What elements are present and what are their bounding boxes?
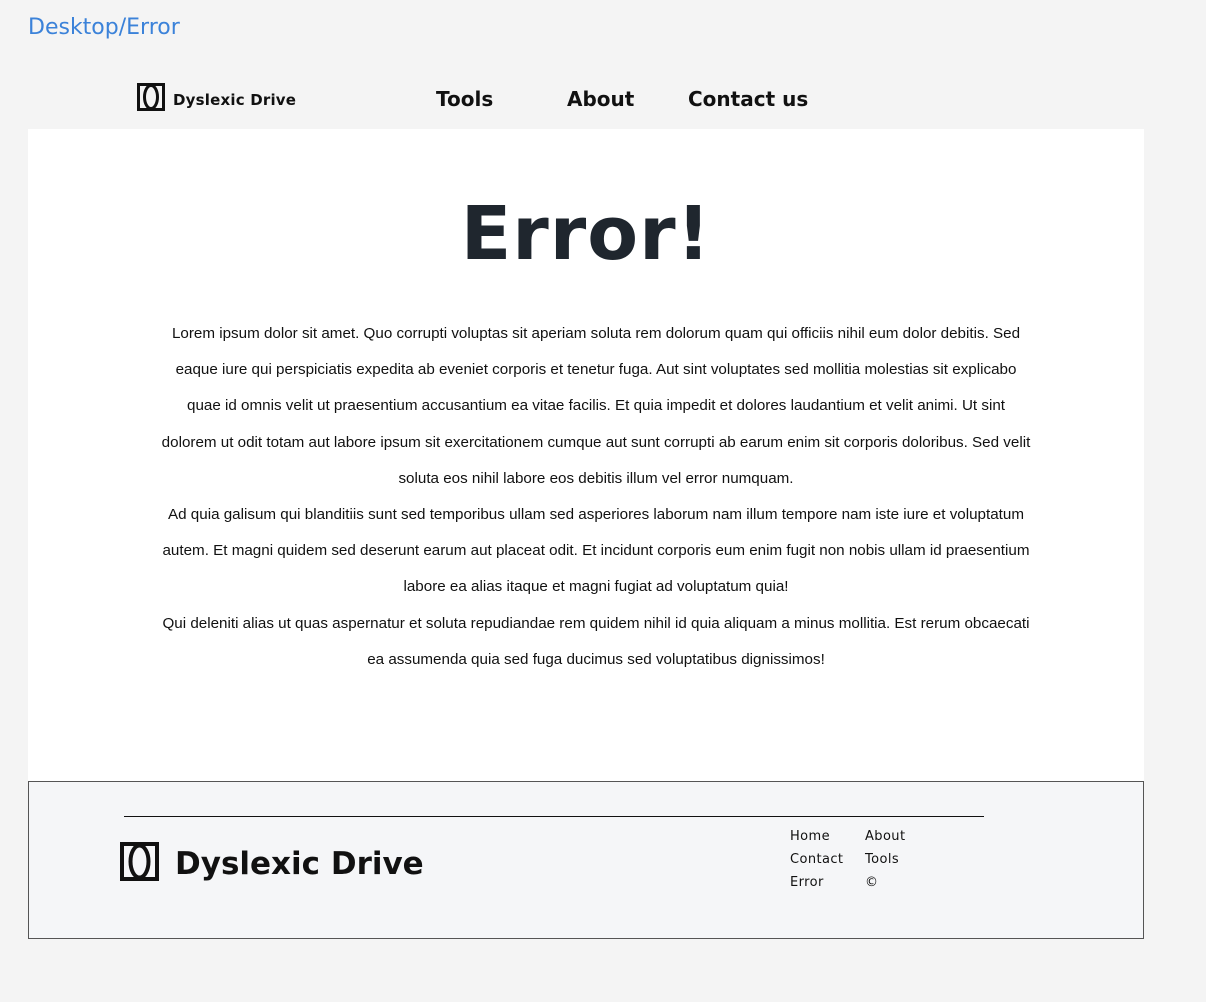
footer-tools-link[interactable]: Tools bbox=[865, 851, 925, 869]
paragraph-3: Qui deleniti alias ut quas aspernatur et… bbox=[162, 614, 1030, 668]
nav-contact-link[interactable]: Contact us bbox=[688, 87, 808, 111]
footer-home-link[interactable]: Home bbox=[790, 828, 865, 846]
error-description: Lorem ipsum dolor sit amet. Quo corrupti… bbox=[158, 316, 1034, 678]
brand-name: Dyslexic Drive bbox=[173, 90, 297, 109]
footer-logo[interactable]: Dyslexic Drive bbox=[120, 842, 424, 886]
frame-label: Desktop/Error bbox=[28, 15, 180, 40]
page-title: Error! bbox=[460, 191, 712, 277]
footer-divider bbox=[124, 816, 984, 817]
dyslexic-drive-logo-icon bbox=[137, 83, 165, 116]
footer-contact-link[interactable]: Contact bbox=[790, 851, 865, 869]
main-content: Error! Lorem ipsum dolor sit amet. Quo c… bbox=[28, 129, 1144, 781]
nav-logo[interactable]: Dyslexic Drive bbox=[137, 83, 296, 116]
nav-tools-link[interactable]: Tools bbox=[436, 87, 493, 111]
dyslexic-drive-logo-icon bbox=[120, 842, 159, 886]
copyright-symbol: © bbox=[865, 875, 879, 890]
footer-links: Home About Contact Tools Error © bbox=[790, 828, 925, 892]
paragraph-2: Ad quia galisum qui blanditiis sunt sed … bbox=[162, 506, 1030, 596]
footer-error-link[interactable]: Error bbox=[790, 874, 865, 892]
nav-about-link[interactable]: About bbox=[567, 87, 634, 111]
paragraph-1: Lorem ipsum dolor sit amet. Quo corrupti… bbox=[161, 325, 1031, 487]
footer-about-link[interactable]: About bbox=[865, 828, 925, 846]
footer-brand-name: Dyslexic Drive bbox=[175, 846, 424, 882]
footer: Dyslexic Drive Home About Contact Tools … bbox=[28, 781, 1144, 939]
